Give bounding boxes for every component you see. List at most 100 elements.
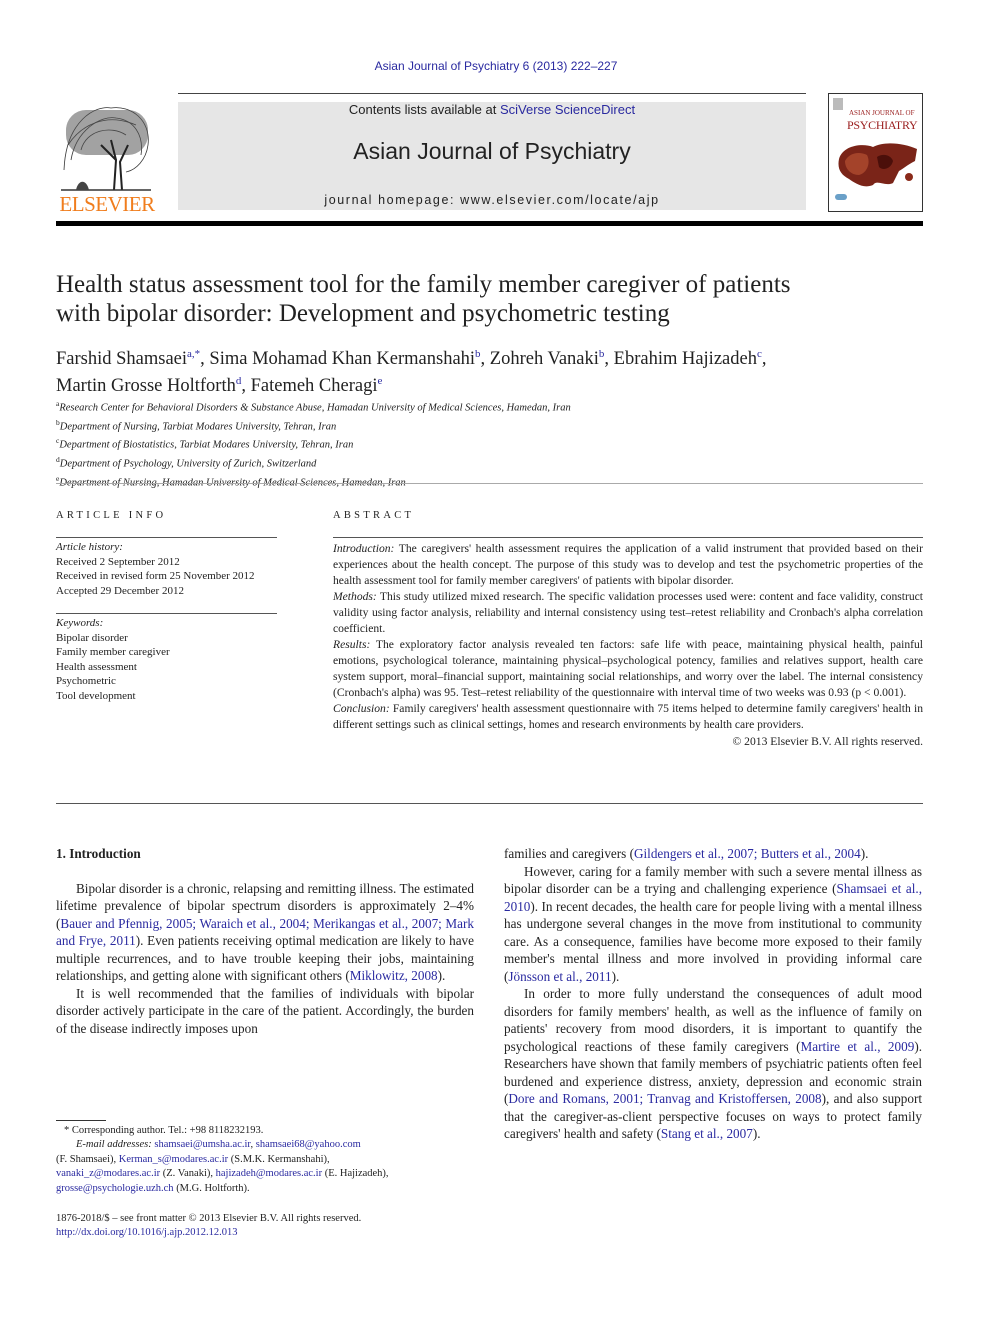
author-name: Zohreh Vanaki	[489, 349, 599, 370]
email-label: E-mail addresses:	[76, 1139, 152, 1151]
body-paragraph: In order to more fully understand the co…	[504, 985, 922, 1143]
affiliation-text: Department of Biostatistics, Tarbiat Mod…	[59, 439, 354, 451]
email-line: E-mail addresses: shamsaei@umsha.ac.ir, …	[76, 1139, 361, 1151]
history-item: Received in revised form 25 November 201…	[56, 570, 255, 582]
body-paragraph: families and caregivers (Gildengers et a…	[504, 845, 922, 863]
keywords-label: Keywords:	[56, 617, 104, 629]
citation-link[interactable]: Jönsson et al., 2011	[508, 969, 611, 984]
abstract-body: Introduction: The caregivers' health ass…	[333, 541, 923, 750]
issn-line: 1876-2018/$ – see front matter © 2013 El…	[56, 1213, 362, 1224]
keyword-item: Psychometric	[56, 675, 116, 687]
elsevier-wordmark: ELSEVIER	[59, 192, 155, 216]
affiliation-item: eDepartment of Nursing, Hamadan Universi…	[56, 472, 756, 491]
paragraph-text: ).	[752, 1126, 761, 1141]
article-history-label: Article history:	[56, 541, 123, 553]
header-thick-rule	[56, 221, 923, 226]
paragraph-text: ).	[611, 968, 620, 984]
journal-homepage[interactable]: journal homepage: www.elsevier.com/locat…	[178, 193, 806, 207]
keyword-item: Family member caregiver	[56, 646, 170, 658]
contents-available-line: Contents lists available at SciVerse Sci…	[178, 102, 806, 117]
affiliation-text: Department of Psychology, University of …	[59, 458, 317, 470]
affiliation-item: cDepartment of Biostatistics, Tarbiat Mo…	[56, 434, 756, 453]
cover-map-art-icon	[838, 143, 917, 187]
author-affiliation-link[interactable]: e	[377, 375, 382, 387]
author-name: Fatemeh Cheragi	[250, 376, 378, 397]
abstract-copyright: © 2013 Elsevier B.V. All rights reserved…	[732, 735, 923, 748]
email-link[interactable]: grosse@psychologie.uzh.ch	[56, 1183, 174, 1194]
email-line: (F. Shamsaei), Kerman_s@modares.ac.ir (S…	[56, 1153, 486, 1167]
email-link[interactable]: shamsaei68@yahoo.com	[256, 1139, 361, 1150]
cover-publisher-icon	[833, 98, 843, 110]
email-line: vanaki_z@modares.ac.ir (Z. Vanaki), haji…	[56, 1167, 486, 1181]
body-paragraph: It is well recommended that the families…	[56, 985, 474, 1036]
sciencedirect-link[interactable]: SciVerse ScienceDirect	[500, 102, 635, 117]
abstract-heading: ABSTRACT	[333, 510, 415, 521]
citation-link[interactable]: Martire et al., 2009	[800, 1039, 914, 1054]
keywords: Keywords: Bipolar disorder Family member…	[56, 616, 296, 703]
article-info-rule	[56, 537, 277, 538]
keyword-item: Tool development	[56, 689, 136, 702]
body-left-column: 1. Introduction Bipolar disorder is a ch…	[56, 845, 474, 1037]
abstract-section-label: Results:	[333, 638, 371, 651]
abstract-introduction: Introduction: The caregivers' health ass…	[333, 541, 923, 589]
author-name: Sima Mohamad Khan Kermanshahi	[209, 349, 476, 370]
citation-link[interactable]: Gildengers et al., 2007; Butters et al.,…	[634, 846, 861, 861]
footnote-rule	[56, 1120, 106, 1121]
page-footer: 1876-2018/$ – see front matter © 2013 El…	[56, 1212, 486, 1241]
abstract-section-text: The exploratory factor analysis revealed…	[333, 638, 923, 699]
paragraph-text: ).	[860, 846, 869, 861]
footnotes: * Corresponding author. Tel.: +98 811823…	[56, 1124, 486, 1196]
body-divider	[56, 803, 923, 804]
article-history: Article history: Received 2 September 20…	[56, 540, 296, 598]
email-owner: (F. Shamsaei),	[56, 1153, 117, 1165]
article-title-line-2: with bipolar disorder: Development and p…	[56, 300, 670, 327]
paragraph-text: ).	[437, 968, 446, 983]
citation-link[interactable]: Dore and Romans, 2001; Tranvag and Krist…	[508, 1091, 821, 1106]
email-link[interactable]: shamsaei@umsha.ac.ir	[154, 1139, 250, 1150]
contents-prefix: Contents lists available at	[348, 102, 500, 117]
abstract-results: Results: The exploratory factor analysis…	[333, 637, 923, 701]
email-owner: (M.G. Holtforth).	[176, 1182, 250, 1194]
cover-society-logo-icon	[835, 194, 847, 200]
section-heading-introduction: 1. Introduction	[56, 846, 141, 861]
author-separator: ,	[241, 376, 251, 397]
email-owner: (E. Hajizadeh),	[324, 1168, 389, 1180]
corresponding-author-note: * Corresponding author. Tel.: +98 811823…	[64, 1125, 264, 1136]
author-separator: ,	[480, 349, 490, 370]
body-paragraph: Bipolar disorder is a chronic, relapsing…	[56, 880, 474, 985]
header-rule	[178, 93, 806, 94]
history-item: Accepted 29 December 2012	[56, 584, 184, 597]
author-name: Ebrahim Hajizadeh	[613, 349, 757, 370]
abstract-section-text: This study utilized mixed research. The …	[333, 590, 923, 635]
journal-name: Asian Journal of Psychiatry	[353, 138, 631, 164]
journal-citation-link[interactable]: Asian Journal of Psychiatry 6 (2013) 222…	[0, 59, 992, 73]
keywords-rule	[56, 613, 277, 614]
affiliations: aResearch Center for Behavioral Disorder…	[56, 397, 756, 491]
body-right-column: families and caregivers (Gildengers et a…	[504, 845, 922, 1143]
cover-title-main: PSYCHIATRY	[847, 118, 918, 132]
affiliation-item: bDepartment of Nursing, Tarbiat Modares …	[56, 416, 756, 435]
paragraph-text: families and caregivers (	[504, 846, 634, 861]
abstract-methods: Methods: This study utilized mixed resea…	[333, 589, 923, 637]
article-title: Health status assessment tool for the fa…	[56, 270, 936, 328]
affiliation-item: dDepartment of Psychology, University of…	[56, 453, 756, 472]
citation-link[interactable]: Stang et al., 2007	[661, 1126, 753, 1141]
body-paragraph: However, caring for a family member with…	[504, 863, 922, 986]
email-owner: (Z. Vanaki),	[162, 1168, 213, 1180]
keyword-item: Bipolar disorder	[56, 631, 128, 644]
abstract-section-label: Introduction:	[333, 542, 395, 555]
journal-masthead: Contents lists available at SciVerse Sci…	[178, 102, 806, 210]
author-separator: ,	[761, 349, 767, 370]
author-affiliation-link[interactable]: a,*	[187, 348, 200, 360]
author-list: Farshid Shamsaeia,*, Sima Mohamad Khan K…	[56, 343, 936, 397]
abstract-rule	[333, 537, 923, 538]
abstract-section-label: Conclusion:	[333, 702, 390, 715]
email-link[interactable]: hajizadeh@modares.ac.ir	[216, 1168, 322, 1179]
doi-link[interactable]: http://dx.doi.org/10.1016/j.ajp.2012.12.…	[56, 1226, 486, 1240]
author-name: Martin Grosse Holtforth	[56, 376, 236, 397]
citation-link[interactable]: Miklowitz, 2008	[350, 968, 438, 983]
affiliation-text: Research Center for Behavioral Disorders…	[59, 402, 571, 414]
email-link[interactable]: Kerman_s@modares.ac.ir	[119, 1154, 228, 1165]
email-link[interactable]: vanaki_z@modares.ac.ir	[56, 1168, 160, 1179]
history-item: Received 2 September 2012	[56, 555, 180, 568]
